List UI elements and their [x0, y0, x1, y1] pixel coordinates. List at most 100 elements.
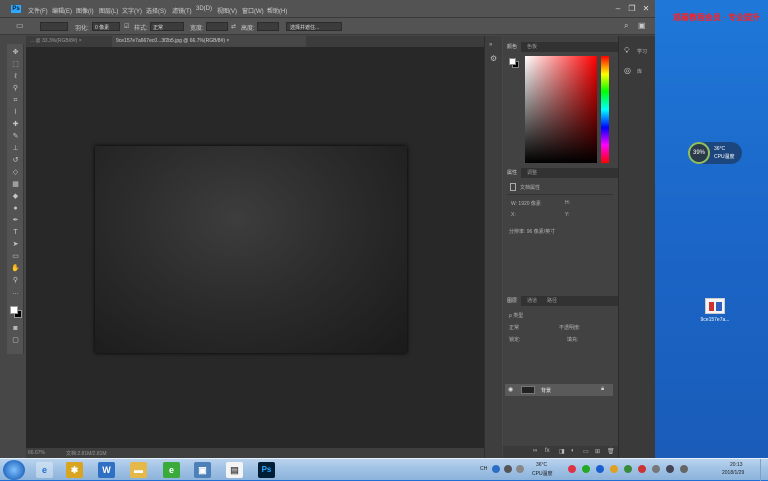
blend-mode-select[interactable]: 正常 — [509, 324, 519, 331]
hue-slider[interactable] — [601, 56, 609, 163]
tray-keyboard-icon[interactable] — [504, 465, 512, 473]
menu-3d[interactable]: 3D(D) — [196, 6, 212, 12]
folder-icon[interactable]: ▬ — [130, 462, 147, 478]
layer-row-background[interactable]: ◉ 背景 🔒︎ — [505, 384, 613, 396]
tab-layers[interactable]: 图层 — [503, 296, 522, 306]
path-select-icon[interactable]: ➤ — [11, 240, 20, 249]
menu-select[interactable]: 选择(S) — [146, 6, 166, 15]
magic-wand-icon[interactable]: ⚲ — [11, 84, 20, 93]
panel-foreground-swatch[interactable] — [509, 58, 516, 65]
cpu-widget[interactable]: 39% 36°C CPU温度 — [688, 142, 742, 164]
tab-swatches[interactable]: 色板 — [523, 42, 541, 52]
new-group-icon[interactable]: ▭ — [583, 448, 589, 455]
antialias-checkbox[interactable]: ☑ — [124, 23, 129, 30]
close-button[interactable]: ✕ — [640, 4, 652, 14]
word-icon[interactable]: W — [98, 462, 115, 478]
layer-kind-filter[interactable]: ρ 类型 — [509, 312, 523, 319]
selection-mode-buttons[interactable] — [40, 22, 68, 31]
new-layer-icon[interactable]: ⊞ — [595, 448, 600, 455]
search-icon[interactable]: ⌕ — [624, 21, 628, 31]
foreground-color-swatch[interactable] — [10, 306, 18, 314]
virtualbox-icon[interactable]: ▣ — [194, 462, 211, 478]
marquee-tool-icon[interactable]: ▭ — [16, 21, 24, 30]
width-input[interactable] — [206, 22, 228, 31]
stamp-tool-icon[interactable]: ⊥ — [11, 144, 20, 153]
link-layers-icon[interactable]: ∞ — [533, 448, 537, 454]
type-tool-icon[interactable]: T — [11, 228, 20, 237]
zoom-tool-icon[interactable]: ⚲ — [11, 276, 20, 285]
workspace-icon[interactable]: ▣ — [638, 21, 646, 30]
show-desktop-button[interactable] — [760, 459, 768, 481]
app-icon[interactable]: ✱ — [66, 462, 83, 478]
shape-tool-icon[interactable]: ▭ — [11, 252, 20, 261]
brush-tool-icon[interactable]: ✎ — [11, 132, 20, 141]
gradient-tool-icon[interactable]: ▦ — [11, 180, 20, 189]
eyedropper-icon[interactable]: ⌇ — [11, 108, 20, 117]
menu-window[interactable]: 窗口(W) — [242, 6, 264, 15]
screen-mode-icon[interactable]: ▢ — [11, 336, 20, 345]
menu-filter[interactable]: 滤镜(T) — [172, 6, 192, 15]
ie-icon[interactable]: e — [36, 462, 53, 478]
hand-tool-icon[interactable]: ✋ — [11, 264, 20, 273]
move-tool-icon[interactable]: ✥ — [11, 48, 20, 57]
feather-input[interactable]: 0 像素 — [92, 22, 120, 31]
adjustment-layer-icon[interactable]: ◐ — [571, 448, 575, 454]
tray-security-icon[interactable] — [610, 465, 618, 473]
libraries-label[interactable]: 库 — [637, 68, 642, 75]
tab-adjustments[interactable]: 调整 — [523, 168, 541, 178]
menu-edit[interactable]: 编辑(E) — [52, 6, 72, 15]
menu-layer[interactable]: 图层(L) — [99, 6, 118, 15]
clock-date[interactable]: 2018/1/29 — [722, 470, 744, 476]
input-language[interactable]: CH — [480, 466, 487, 472]
collapse-panels-icon[interactable]: » — [489, 42, 492, 48]
delete-layer-icon[interactable]: 🗑︎ — [607, 448, 615, 455]
add-mask-icon[interactable]: ◨ — [559, 448, 565, 455]
dodge-tool-icon[interactable]: ● — [11, 204, 20, 213]
height-input[interactable] — [257, 22, 279, 31]
swap-icon[interactable]: ⇄ — [231, 23, 236, 30]
more-tools-icon[interactable]: … — [11, 288, 20, 297]
learn-label[interactable]: 学习 — [637, 48, 647, 55]
zoom-level[interactable]: 66.67% — [28, 450, 45, 456]
maximize-button[interactable]: ❐ — [626, 4, 638, 14]
menu-help[interactable]: 帮助(H) — [267, 6, 287, 15]
panel-adjust-icon[interactable]: ⚙ — [490, 54, 497, 63]
tray-app-icon-3[interactable] — [638, 465, 646, 473]
tab-paths[interactable]: 路径 — [543, 296, 561, 306]
select-mask-button[interactable]: 选择并遮住... — [286, 22, 342, 31]
menu-type[interactable]: 文字(Y) — [122, 6, 142, 15]
browser-icon[interactable]: e — [163, 462, 180, 478]
healing-brush-icon[interactable]: ✚ — [11, 120, 20, 129]
tray-network-icon[interactable] — [624, 465, 632, 473]
blur-tool-icon[interactable]: ◆ — [11, 192, 20, 201]
start-button[interactable] — [3, 460, 25, 480]
lasso-tool-icon[interactable]: ℓ — [11, 72, 20, 81]
crop-tool-icon[interactable]: ⌗ — [11, 96, 20, 105]
tray-display-icon[interactable] — [666, 465, 674, 473]
tab-properties[interactable]: 属性 — [503, 168, 522, 178]
document-image[interactable] — [95, 146, 407, 353]
tray-flag-icon[interactable] — [652, 465, 660, 473]
tray-app-icon-2[interactable] — [582, 465, 590, 473]
desktop-file[interactable]: 9ce157e7a... — [695, 298, 735, 328]
tab-channels[interactable]: 通道 — [523, 296, 541, 306]
menu-image[interactable]: 图像(I) — [76, 6, 94, 15]
libraries-icon[interactable]: ◎ — [624, 66, 631, 75]
learn-icon[interactable]: 💡︎ — [624, 46, 630, 56]
tab-document-2[interactable]: 9ce157e7a667ec0...3f2b5.jpg @ 66.7%(RGB/… — [112, 36, 306, 47]
tray-help-icon[interactable] — [492, 465, 500, 473]
tray-volume-icon[interactable] — [680, 465, 688, 473]
tray-bluetooth-icon[interactable] — [596, 465, 604, 473]
menu-view[interactable]: 视图(V) — [217, 6, 237, 15]
style-select[interactable]: 正常 — [150, 22, 184, 31]
tab-color[interactable]: 颜色 — [503, 42, 522, 52]
clock-time[interactable]: 20:13 — [730, 462, 743, 468]
tab-document-1[interactable]: ... @ 33.3%(RGB/8#) × — [26, 36, 112, 47]
quick-mask-icon[interactable]: ◙ — [11, 324, 20, 333]
history-brush-icon[interactable]: ↺ — [11, 156, 20, 165]
tray-expand-icon[interactable] — [516, 465, 524, 473]
document-file-icon[interactable]: ▤ — [226, 462, 243, 478]
eraser-tool-icon[interactable]: ◇ — [11, 168, 20, 177]
tray-app-icon-1[interactable] — [568, 465, 576, 473]
doc-size[interactable]: 文档:2.81M/2.81M — [66, 450, 107, 457]
